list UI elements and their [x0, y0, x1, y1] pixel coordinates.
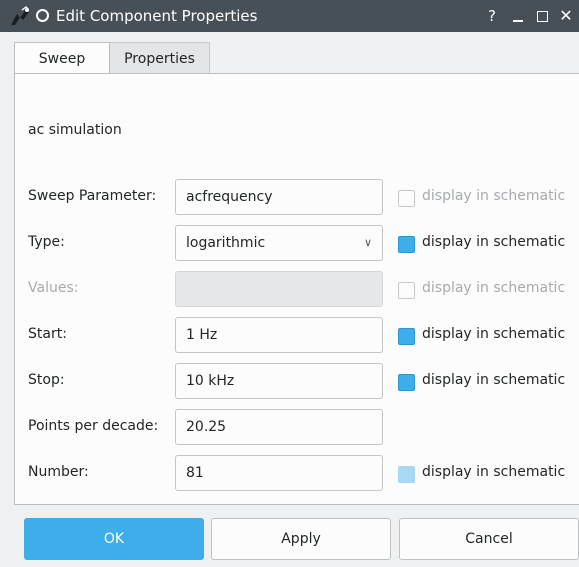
simulation-name: ac simulation [28, 122, 122, 138]
help-button[interactable]: ? [482, 6, 502, 26]
minimize-button[interactable] [508, 6, 528, 26]
tab-properties[interactable]: Properties [110, 42, 210, 74]
stop-display-checkbox[interactable] [398, 374, 415, 391]
app-icon [11, 6, 29, 25]
values-display-checkbox [398, 282, 415, 299]
stop-label: Stop: [28, 372, 65, 388]
number-input[interactable]: 81 [175, 455, 383, 491]
type-select[interactable]: logarithmic ∨ [175, 225, 383, 261]
stop-display-label: display in schematic [422, 372, 566, 388]
start-display-checkbox[interactable] [398, 328, 415, 345]
ok-button[interactable]: OK [24, 518, 204, 560]
points-per-decade-input[interactable]: 20.25 [175, 409, 383, 445]
points-per-decade-label: Points per decade: [28, 418, 159, 434]
values-input [175, 271, 383, 307]
window-menu-icon[interactable] [36, 9, 49, 22]
sweep-parameter-input[interactable]: acfrequency [175, 179, 383, 215]
start-display-label: display in schematic [422, 326, 566, 342]
start-label: Start: [28, 326, 67, 342]
sweep-parameter-label: Sweep Parameter: [28, 188, 157, 204]
type-label: Type: [28, 234, 65, 250]
sweep-parameter-display-label: display in schematic [422, 188, 566, 204]
sweep-parameter-display-checkbox[interactable] [398, 190, 415, 207]
window-title: Edit Component Properties [56, 7, 258, 25]
maximize-button[interactable] [533, 6, 553, 26]
number-display-label: display in schematic [422, 464, 566, 480]
stop-input[interactable]: 10 kHz [175, 363, 383, 399]
type-display-checkbox[interactable] [398, 236, 415, 253]
values-label: Values: [28, 280, 79, 296]
sweep-panel: ac simulation Sweep Parameter: acfrequen… [14, 73, 579, 505]
cancel-button[interactable]: Cancel [399, 518, 579, 560]
chevron-down-icon: ∨ [363, 236, 372, 249]
number-display-checkbox[interactable] [398, 466, 415, 483]
type-display-label: display in schematic [422, 234, 566, 250]
tab-sweep[interactable]: Sweep [14, 42, 110, 74]
number-label: Number: [28, 464, 89, 480]
title-bar[interactable]: Edit Component Properties ? ✕ [0, 0, 579, 32]
apply-button[interactable]: Apply [211, 518, 391, 560]
values-display-label: display in schematic [422, 280, 566, 296]
type-select-value: logarithmic [186, 235, 266, 251]
start-input[interactable]: 1 Hz [175, 317, 383, 353]
close-button[interactable]: ✕ [556, 6, 576, 26]
